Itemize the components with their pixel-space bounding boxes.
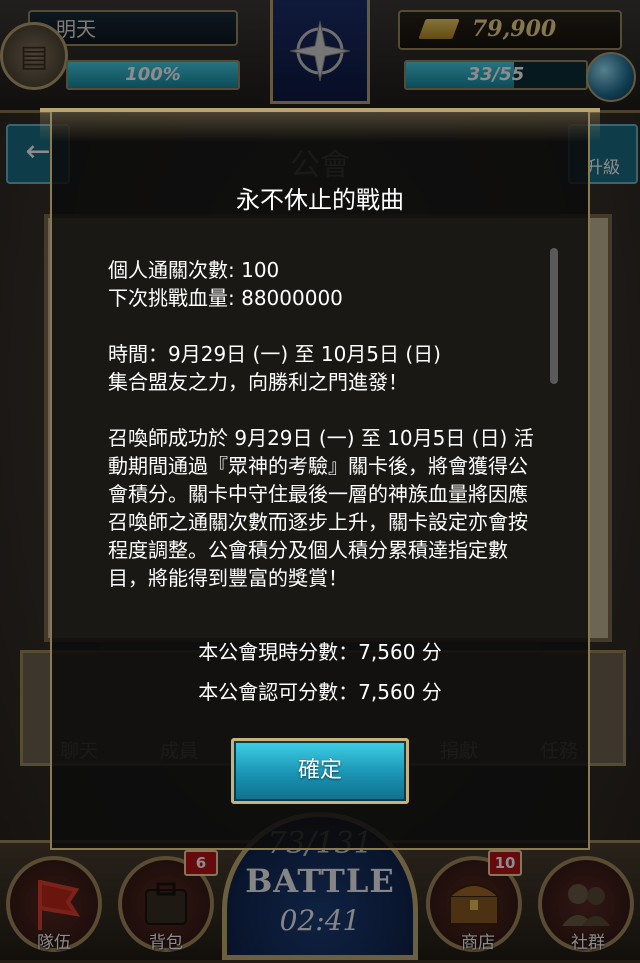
dialog-top-ornament (40, 108, 600, 142)
guild-approved-score: 本公會認可分數：7,560 分 (198, 680, 442, 704)
dialog-line: 下次挑戰血量: 88000000 (108, 286, 343, 310)
dialog-title: 永不休止的戰曲 (236, 186, 404, 214)
dialog-line: 時間：9月29日 (一) 至 10月5日 (日) (108, 342, 441, 366)
dialog-body[interactable]: 個人通關次數: 100 下次挑戰血量: 88000000 時間：9月29日 (一… (108, 256, 538, 608)
confirm-button[interactable]: 確定 (231, 738, 409, 804)
dialog-paragraph: 召喚師成功於 9月29日 (一) 至 10月5日 (日) 活動期間通過『眾神的考… (108, 426, 534, 590)
dialog-scrollbar[interactable] (550, 248, 558, 384)
dialog-line: 集合盟友之力，向勝利之門進發！ (108, 370, 408, 394)
dialog-spacer (108, 396, 538, 424)
dialog-line: 個人通關次數: 100 (108, 258, 280, 282)
guild-current-score: 本公會現時分數：7,560 分 (198, 640, 442, 664)
dialog-spacer (108, 312, 538, 340)
